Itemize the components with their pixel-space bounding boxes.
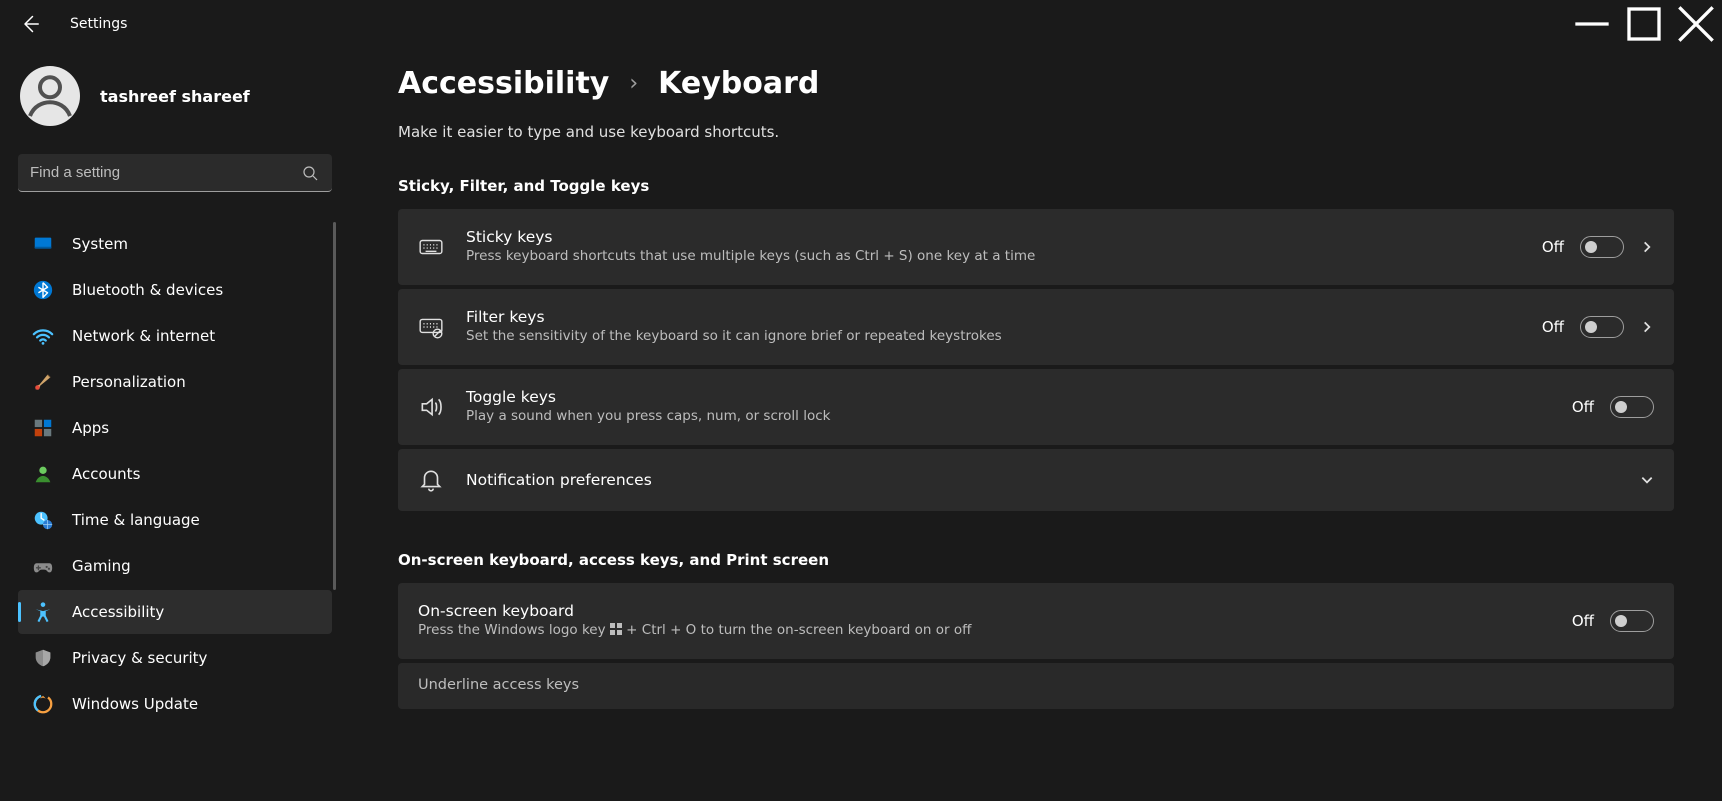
sidebar-item-time-language[interactable]: Time & language [18,498,332,542]
nav-list: System Bluetooth & devices Network & int… [18,222,332,726]
filter-keys-toggle[interactable] [1580,316,1624,338]
chevron-right-icon [1640,320,1654,334]
chevron-right-icon [1640,240,1654,254]
shield-icon [32,647,54,669]
card-title: Notification preferences [466,471,1618,489]
card-description: Set the sensitivity of the keyboard so i… [466,328,1520,346]
bluetooth-icon [32,279,54,301]
chevron-down-icon [1640,473,1654,487]
breadcrumb-parent[interactable]: Accessibility [398,66,609,101]
sticky-keys-row[interactable]: Sticky keys Press keyboard shortcuts tha… [398,209,1674,285]
user-profile[interactable]: tashreef shareef [18,58,332,148]
breadcrumb: Accessibility › Keyboard [398,66,1674,101]
keyboard-filter-icon [418,314,444,340]
main-content: Accessibility › Keyboard Make it easier … [350,48,1722,801]
sidebar-item-bluetooth[interactable]: Bluetooth & devices [18,268,332,312]
card-description: Press keyboard shortcuts that use multip… [466,248,1520,266]
search-icon [302,165,318,181]
nav-label: Time & language [72,511,200,529]
gaming-icon [32,555,54,577]
on-screen-keyboard-toggle[interactable] [1610,610,1654,632]
search-box[interactable] [18,154,332,192]
update-icon [32,693,54,715]
card-title: Sticky keys [466,228,1520,246]
card-description: Press the Windows logo key + Ctrl + O to… [418,622,1550,641]
page-subtitle: Make it easier to type and use keyboard … [398,123,1674,141]
card-title: Underline access keys [418,677,1654,693]
card-title: On-screen keyboard [418,602,1550,620]
section-header: On-screen keyboard, access keys, and Pri… [398,551,1674,569]
sidebar-item-privacy[interactable]: Privacy & security [18,636,332,680]
toggle-state-label: Off [1542,238,1564,256]
sticky-keys-toggle[interactable] [1580,236,1624,258]
avatar [20,66,80,126]
clock-globe-icon [32,509,54,531]
sidebar-item-system[interactable]: System [18,222,332,266]
keyboard-icon [418,234,444,260]
system-icon [32,233,54,255]
accessibility-icon [32,601,54,623]
card-description: Play a sound when you press caps, num, o… [466,408,1550,426]
toggle-state-label: Off [1542,318,1564,336]
app-title: Settings [70,16,127,32]
nav-label: Gaming [72,557,131,575]
nav-label: Privacy & security [72,649,207,667]
section-header: Sticky, Filter, and Toggle keys [398,177,1674,195]
nav-label: Accessibility [72,603,164,621]
apps-icon [32,417,54,439]
nav-label: Personalization [72,373,186,391]
nav-scrollbar[interactable] [333,222,336,590]
breadcrumb-current: Keyboard [658,66,819,101]
card-title: Toggle keys [466,388,1550,406]
close-button[interactable] [1670,4,1722,44]
windows-logo-icon [610,623,622,641]
bell-icon [418,467,444,493]
nav-label: Bluetooth & devices [72,281,223,299]
nav-label: Accounts [72,465,140,483]
nav-label: Network & internet [72,327,215,345]
notification-preferences-row[interactable]: Notification preferences [398,449,1674,511]
maximize-button[interactable] [1618,4,1670,44]
toggle-keys-row[interactable]: Toggle keys Play a sound when you press … [398,369,1674,445]
underline-access-keys-row[interactable]: Underline access keys [398,663,1674,709]
nav-label: Windows Update [72,695,198,713]
minimize-button[interactable] [1566,4,1618,44]
toggle-keys-toggle[interactable] [1610,396,1654,418]
search-input[interactable] [18,164,332,181]
sidebar-item-windows-update[interactable]: Windows Update [18,682,332,726]
title-bar: Settings [0,0,1722,48]
nav-label: Apps [72,419,109,437]
filter-keys-row[interactable]: Filter keys Set the sensitivity of the k… [398,289,1674,365]
user-name: tashreef shareef [100,87,250,106]
chevron-right-icon: › [629,71,638,96]
speaker-icon [418,394,444,420]
toggle-state-label: Off [1572,398,1594,416]
nav-label: System [72,235,128,253]
on-screen-keyboard-row[interactable]: On-screen keyboard Press the Windows log… [398,583,1674,659]
card-title: Filter keys [466,308,1520,326]
accounts-icon [32,463,54,485]
brush-icon [32,371,54,393]
sidebar-item-personalization[interactable]: Personalization [18,360,332,404]
sidebar-item-accounts[interactable]: Accounts [18,452,332,496]
sidebar-item-gaming[interactable]: Gaming [18,544,332,588]
sidebar-item-accessibility[interactable]: Accessibility [18,590,332,634]
sidebar: tashreef shareef System Bluetooth & devi… [0,48,350,801]
sidebar-item-apps[interactable]: Apps [18,406,332,450]
toggle-state-label: Off [1572,612,1594,630]
wifi-icon [32,325,54,347]
back-button[interactable] [20,14,40,34]
sidebar-item-network[interactable]: Network & internet [18,314,332,358]
